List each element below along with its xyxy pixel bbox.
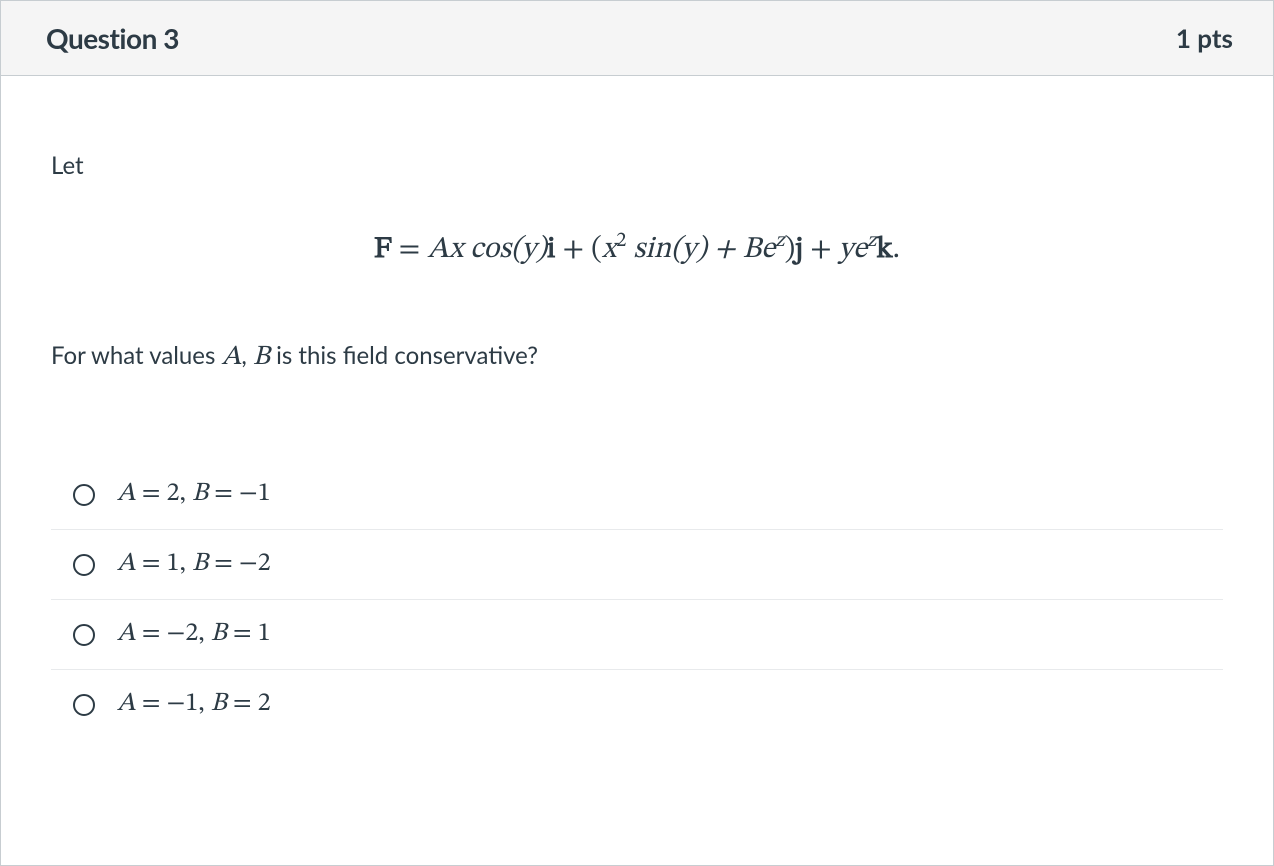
follow-post: is this field conservative? <box>270 341 538 370</box>
answer-A-label: A <box>117 481 136 507</box>
follow-comma: , <box>241 341 253 370</box>
answer-text: A = 1, B = −2 <box>117 548 271 581</box>
radio-icon[interactable] <box>73 624 95 646</box>
equation-plus2: + <box>803 235 839 265</box>
equation-A: A <box>427 235 449 265</box>
answer-A-label: A <box>117 621 136 647</box>
answer-text: A = −2, B = 1 <box>117 618 271 651</box>
prompt-follow: For what values A, B is this field conse… <box>51 340 1223 375</box>
equation-plus1: + ( <box>555 235 601 265</box>
answer-text: A = 2, B = −1 <box>117 478 271 511</box>
answer-B-val: = 1 <box>227 621 271 647</box>
equation-j: j <box>795 235 803 265</box>
equation-close: ) <box>784 235 795 265</box>
answer-B-label: B <box>192 481 208 507</box>
answer-B-val: = −2 <box>208 551 271 577</box>
answer-A-val: = −1, <box>136 691 211 717</box>
follow-B: B <box>253 343 270 371</box>
answer-B-label: B <box>211 621 227 647</box>
equation-eq: = <box>392 235 428 265</box>
equation: F = Ax cos(y)i + (x2 sin(y) + Bez)j + ye… <box>51 235 1223 265</box>
answer-A-val: = 2, <box>136 481 192 507</box>
answer-B-label: B <box>192 551 208 577</box>
radio-icon[interactable] <box>73 484 95 506</box>
radio-icon[interactable] <box>73 694 95 716</box>
equation-siny: sin(y) + <box>626 235 742 265</box>
answer-option[interactable]: A = −2, B = 1 <box>51 600 1223 670</box>
answer-option[interactable]: A = −1, B = 2 <box>51 670 1223 739</box>
equation-e1: e <box>761 235 775 265</box>
equation-xcosy: x cos(y) <box>449 235 547 265</box>
question-card: Question 3 1 pts Let F = Ax cos(y)i + (x… <box>0 0 1274 866</box>
question-header: Question 3 1 pts <box>1 1 1273 76</box>
answer-option[interactable]: A = 2, B = −1 <box>51 460 1223 530</box>
follow-A: A <box>222 343 242 371</box>
equation-B: B <box>743 235 762 265</box>
radio-icon[interactable] <box>73 554 95 576</box>
answer-B-val: = 2 <box>227 691 271 717</box>
equation-F: F <box>374 235 392 265</box>
equation-k: k <box>876 235 892 265</box>
equation-x: x <box>602 235 616 265</box>
answer-B-label: B <box>211 691 227 717</box>
answer-A-val: = −2, <box>136 621 211 647</box>
answer-A-label: A <box>117 691 136 717</box>
question-points: 1 pts <box>1176 22 1233 54</box>
answer-text: A = −1, B = 2 <box>117 688 271 721</box>
answer-B-val: = −1 <box>208 481 271 507</box>
equation-ye: ye <box>839 235 867 265</box>
answer-list: A = 2, B = −1 A = 1, B = −2 A = −2, B = … <box>51 460 1223 739</box>
prompt-intro: Let <box>51 151 1223 180</box>
answer-A-val: = 1, <box>136 551 192 577</box>
answer-option[interactable]: A = 1, B = −2 <box>51 530 1223 600</box>
question-body: Let F = Ax cos(y)i + (x2 sin(y) + Bez)j … <box>1 76 1273 865</box>
equation-sup2: 2 <box>616 230 626 251</box>
equation-period: . <box>893 235 900 265</box>
equation-z2: z <box>867 230 876 251</box>
answer-A-label: A <box>117 551 136 577</box>
follow-pre: For what values <box>51 341 222 370</box>
question-title: Question 3 <box>46 21 179 55</box>
